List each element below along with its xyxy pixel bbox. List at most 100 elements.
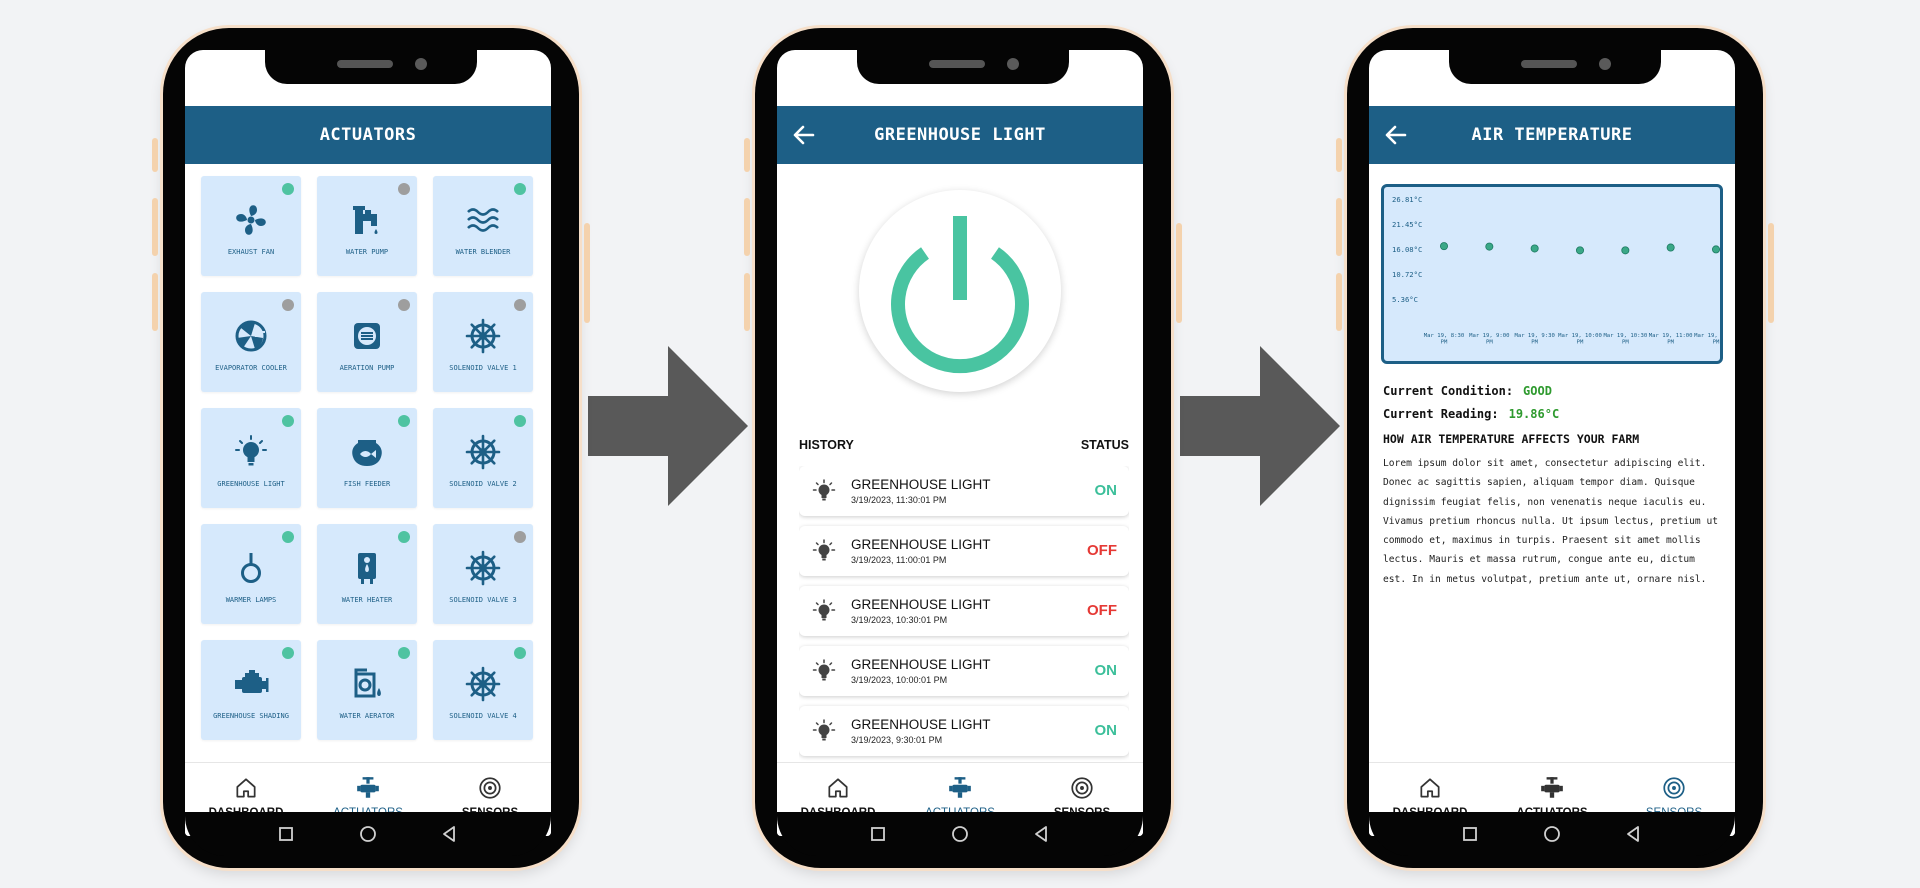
tile-label: WATER AERATOR — [339, 712, 395, 720]
valve-wheel-icon — [465, 318, 501, 354]
actuator-tile[interactable]: WATER HEATER — [317, 524, 417, 624]
history-label: HISTORY — [799, 438, 854, 452]
valve-wheel-icon — [465, 434, 501, 470]
side-button — [744, 273, 750, 331]
side-button — [744, 198, 750, 256]
app-header: AIR TEMPERATURE — [1369, 106, 1735, 164]
current-condition: Current Condition: GOOD — [1383, 384, 1552, 398]
x-tick-label: Mar 19, 10:30 PM — [1603, 333, 1647, 346]
tile-label: SOLENOID VALVE 2 — [449, 480, 517, 488]
power-toggle-button[interactable] — [859, 190, 1061, 392]
y-tick-label: 26.81°C — [1392, 195, 1422, 204]
phone-actuators: ACTUATORS EXHAUST FAN WATER PUMP WATER BLE… — [152, 28, 590, 868]
actuator-tile[interactable]: WARMER LAMPS — [201, 524, 301, 624]
actuator-tile[interactable]: SOLENOID VALVE 4 — [433, 640, 533, 740]
reading-label: Current Reading: — [1383, 407, 1499, 421]
actuator-tile[interactable]: GREENHOUSE LIGHT — [201, 408, 301, 508]
engine-icon — [235, 670, 269, 693]
side-button — [152, 198, 158, 256]
status-indicator — [282, 299, 294, 311]
back-button-icon[interactable] — [439, 823, 461, 845]
affects-title: HOW AIR TEMPERATURE AFFECTS YOUR FARM — [1383, 432, 1640, 446]
data-point[interactable] — [1575, 246, 1584, 255]
x-tick-label: Mar 19, 11:30PM — [1694, 333, 1720, 346]
valve-icon — [949, 777, 971, 798]
side-button — [152, 273, 158, 331]
tile-label: FISH FEEDER — [343, 480, 391, 488]
light-bulb-icon — [812, 479, 836, 501]
status-indicator — [282, 415, 294, 427]
history-status: ON — [1094, 722, 1118, 739]
chart-svg: 26.81°C 21.45°C 16.08°C 10.72°C 5.36°C Mar 19… — [1392, 195, 1735, 346]
actuator-tile[interactable]: WATER AERATOR — [317, 640, 417, 740]
home-icon — [236, 778, 256, 798]
actuator-tile[interactable]: FISH FEEDER — [317, 408, 417, 508]
actuator-tile[interactable]: SOLENOID VALVE 3 — [433, 524, 533, 624]
notch — [1449, 50, 1661, 84]
phone-greenhouse-light: GREENHOUSE LIGHT HISTORY STATUS GREENHOU… — [744, 28, 1182, 868]
home-button-icon[interactable] — [357, 823, 379, 845]
actuator-tile[interactable]: GREENHOUSE SHADING — [201, 640, 301, 740]
tile-label: WATER HEATER — [341, 596, 393, 604]
power-icon — [891, 216, 1029, 374]
y-tick-label: 10.72°C — [1392, 270, 1422, 279]
flow-arrow-1 — [588, 346, 748, 506]
notch — [265, 50, 477, 84]
recents-icon[interactable] — [867, 823, 889, 845]
light-bulb-icon — [812, 659, 836, 681]
speaker — [337, 60, 393, 68]
home-icon — [1420, 778, 1440, 798]
back-button-icon[interactable] — [1031, 823, 1053, 845]
tile-label: WARMER LAMPS — [225, 596, 277, 604]
side-button — [1768, 223, 1774, 323]
screen: GREENHOUSE LIGHT HISTORY STATUS GREENHOU… — [777, 50, 1143, 836]
back-arrow-icon[interactable] — [791, 122, 817, 148]
cooler-fan-icon — [235, 320, 267, 352]
history-header: HISTORY STATUS — [799, 438, 1129, 452]
status-indicator — [282, 183, 294, 195]
history-row: GREENHOUSE LIGHT 3/19/2023, 11:30:01 PM … — [799, 466, 1129, 516]
status-indicator — [282, 647, 294, 659]
data-point[interactable] — [1530, 244, 1539, 253]
status-indicator — [514, 531, 526, 543]
history-row: GREENHOUSE LIGHT 3/19/2023, 11:00:01 PM … — [799, 526, 1129, 576]
y-tick-label: 21.45°C — [1392, 220, 1422, 229]
tile-label: SOLENOID VALVE 1 — [449, 364, 517, 372]
back-arrow-icon[interactable] — [1383, 122, 1409, 148]
actuator-tile[interactable]: EXHAUST FAN — [201, 176, 301, 276]
recents-icon[interactable] — [1459, 823, 1481, 845]
hanging-lamp-icon — [241, 553, 261, 583]
status-indicator — [398, 415, 410, 427]
data-point[interactable] — [1485, 242, 1494, 251]
actuator-tile[interactable]: SOLENOID VALVE 1 — [433, 292, 533, 392]
side-button — [1336, 138, 1342, 172]
history-name: GREENHOUSE LIGHT — [851, 477, 991, 492]
x-tick-label: Mar 19, 9:00 PM — [1469, 333, 1509, 346]
actuator-tile[interactable]: AERATION PUMP — [317, 292, 417, 392]
back-button-icon[interactable] — [1623, 823, 1645, 845]
light-bulb-icon — [812, 599, 836, 621]
sensor-icon — [1663, 777, 1685, 799]
actuator-tile[interactable]: WATER BLENDER — [433, 176, 533, 276]
status-indicator — [398, 183, 410, 195]
history-status: OFF — [1087, 602, 1117, 619]
x-tick-label: Mar 19, 9:30 PM — [1514, 333, 1554, 346]
history-name: GREENHOUSE LIGHT — [851, 537, 991, 552]
data-point[interactable] — [1666, 243, 1675, 252]
actuator-tile[interactable]: SOLENOID VALVE 2 — [433, 408, 533, 508]
history-list[interactable]: GREENHOUSE LIGHT 3/19/2023, 11:30:01 PM … — [799, 466, 1129, 762]
side-button — [744, 138, 750, 172]
data-point[interactable] — [1621, 246, 1630, 255]
history-info: GREENHOUSE LIGHT 3/19/2023, 10:30:01 PM — [851, 597, 991, 625]
data-point[interactable] — [1711, 245, 1720, 254]
actuator-tile[interactable]: WATER PUMP — [317, 176, 417, 276]
home-button-icon[interactable] — [1541, 823, 1563, 845]
history-name: GREENHOUSE LIGHT — [851, 597, 991, 612]
actuator-tile[interactable]: EVAPORATOR COOLER — [201, 292, 301, 392]
data-point[interactable] — [1440, 242, 1449, 251]
status-label: STATUS — [1080, 438, 1129, 452]
phone-air-temperature: AIR TEMPERATURE 26.81°C 21.45°C 16.08°C 10.… — [1336, 28, 1774, 868]
recents-icon[interactable] — [275, 823, 297, 845]
home-button-icon[interactable] — [949, 823, 971, 845]
history-status: OFF — [1087, 542, 1117, 559]
